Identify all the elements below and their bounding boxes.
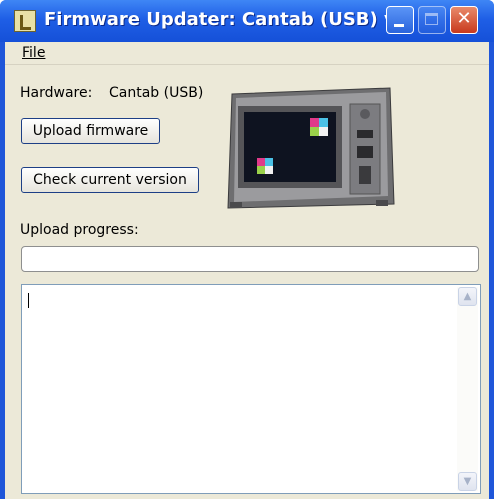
menu-bar: File <box>5 42 489 65</box>
device-image <box>227 87 395 209</box>
upload-firmware-button[interactable]: Upload firmware <box>21 118 160 144</box>
chevron-down-icon: ▼ <box>463 476 472 487</box>
text-caret <box>28 293 29 308</box>
scroll-down-button[interactable]: ▼ <box>458 472 477 491</box>
maximize-icon <box>425 13 438 25</box>
log-textarea[interactable]: ▲ ▼ <box>21 284 481 494</box>
maximize-button <box>418 6 446 34</box>
chevron-up-icon: ▲ <box>463 291 472 302</box>
close-icon: ✕ <box>456 8 472 29</box>
upload-progress-label: Upload progress: <box>20 222 139 238</box>
log-scrollbar[interactable]: ▲ ▼ <box>457 287 478 491</box>
window-title: Firmware Updater: Cantab (USB) v0 <box>44 9 409 30</box>
hardware-label: Hardware: <box>20 85 93 101</box>
app-icon[interactable] <box>14 10 36 32</box>
hardware-value: Cantab (USB) <box>109 85 204 101</box>
minimize-icon <box>394 24 404 27</box>
client-area: File Hardware: Cantab (USB) Upload firmw… <box>5 42 489 499</box>
check-version-button[interactable]: Check current version <box>21 167 199 193</box>
minimize-button[interactable] <box>386 6 414 34</box>
app-window: Firmware Updater: Cantab (USB) v0 ✕ File… <box>0 0 494 499</box>
upload-progress-bar <box>21 246 479 272</box>
menu-file[interactable]: File <box>22 45 45 61</box>
title-bar[interactable]: Firmware Updater: Cantab (USB) v0 ✕ <box>0 0 494 42</box>
close-button[interactable]: ✕ <box>450 6 478 34</box>
scroll-up-button[interactable]: ▲ <box>458 287 477 306</box>
